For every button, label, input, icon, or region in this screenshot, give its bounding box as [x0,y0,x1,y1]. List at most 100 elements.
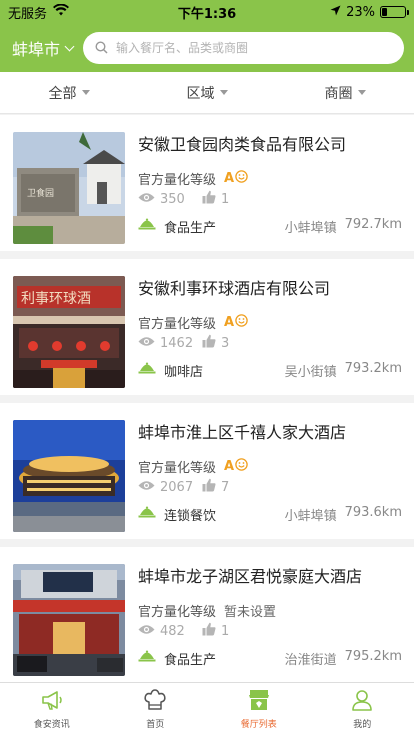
category-label: 食品生产 [164,220,217,236]
restaurant-store-icon [247,689,271,714]
eye-icon [138,624,155,639]
grade-badge: A [224,313,248,331]
thumbs-up-icon [202,622,216,640]
filter-district[interactable]: 区域 [138,83,276,103]
restaurant-info: 安徽卫食园肉类食品有限公司 官方量化等级 A 350 1 食品生产 小蚌埠镇 7… [125,125,402,251]
restaurant-card[interactable]: 卫食园 安徽卫食园肉类食品有限公司 官方量化等级 A 350 1 食品生产 小蚌… [0,115,414,251]
distance: 792.7km [344,216,402,232]
smile-face-icon [235,313,248,331]
svg-text:利事环球酒: 利事环球酒 [21,291,91,307]
views-count: 1462 [160,335,194,351]
restaurant-card[interactable]: 蚌埠市淮上区千禧人家大酒店 官方量化等级 A 2067 7 连锁餐饮 小蚌埠镇 … [0,403,414,539]
category: 咖啡店 [138,361,285,380]
search-input[interactable] [116,41,392,55]
restaurant-name: 安徽利事环球酒店有限公司 [138,279,331,298]
views-count: 482 [160,623,185,639]
stats-row: 482 1 [138,622,402,640]
likes-count: 3 [221,335,230,351]
likes: 1 [202,622,229,640]
app: 无服务 下午1:36 23% 蚌埠市 输入餐厅名、品类或商圈 全部 区域 商圈 … [0,0,414,736]
grade-badge: A [224,457,248,475]
restaurant-info: 蚌埠市龙子湖区君悦豪庭大酒店 官方量化等级 暂未设置 482 1 食品生产 治淮… [125,557,402,682]
likes: 7 [202,478,229,496]
filter-business-area[interactable]: 商圈 [276,83,414,103]
restaurant-card[interactable]: 利事环球酒 安徽利事环球酒店有限公司 官方量化等级 A 1462 3 咖啡店 吴… [0,259,414,395]
category-row: 食品生产 小蚌埠镇 792.7km [138,216,402,236]
dropdown-arrow-icon [81,90,90,95]
restaurant-photo: 卫食园 [13,132,125,244]
location-arrow-icon [330,5,341,20]
tab-restaurant-list[interactable]: 餐厅列表 [207,683,311,736]
city-label: 蚌埠市 [12,40,61,59]
grade-row: 官方量化等级 暂未设置 [138,601,402,620]
tab-label: 首页 [146,720,165,730]
eye-icon [138,336,155,351]
thumbs-up-icon [202,190,216,208]
status-left: 无服务 [8,3,70,22]
restaurant-photo [13,420,125,532]
chevron-down-icon [64,41,75,51]
location: 小蚌埠镇 792.7km [285,217,402,236]
eye-icon [138,480,155,495]
megaphone-icon [40,689,64,714]
filter-bar: 全部 区域 商圈 [0,72,414,114]
stats-row: 2067 7 [138,478,402,496]
category-label: 咖啡店 [164,364,204,380]
area-name: 小蚌埠镇 [284,220,337,236]
tab-label: 食安资讯 [33,720,70,730]
views: 1462 [138,336,202,351]
grade-not-set: 暂未设置 [224,604,277,620]
views: 2067 [138,480,202,495]
tab-label: 餐厅列表 [240,720,277,730]
likes-count: 7 [221,479,230,495]
battery-level [382,8,388,16]
dish-cover-icon [138,506,156,522]
chef-hat-icon [143,689,167,714]
thumbs-up-icon [202,478,216,496]
carrier-text: 无服务 [8,6,48,22]
thumbs-up-icon [202,334,216,352]
dish-cover-icon [138,650,156,666]
category: 食品生产 [138,649,285,668]
likes: 3 [202,334,229,352]
tab-food-safety-news[interactable]: 食安资讯 [0,683,104,736]
restaurant-photo: 利事环球酒 [13,276,125,388]
filter-label: 全部 [48,85,77,102]
area-name: 小蚌埠镇 [284,508,337,524]
grade-row: 官方量化等级 A [138,169,402,188]
grade-badge: A [224,169,248,187]
grade-letter: A [224,314,235,330]
grade-label: 官方量化等级 [138,172,217,188]
grade-row: 官方量化等级 A [138,313,402,332]
views: 482 [138,624,202,639]
location: 小蚌埠镇 793.6km [285,505,402,524]
restaurant-name: 安徽卫食园肉类食品有限公司 [138,135,347,154]
stats-row: 1462 3 [138,334,402,352]
likes-count: 1 [221,191,230,207]
restaurant-card[interactable]: 蚌埠市龙子湖区君悦豪庭大酒店 官方量化等级 暂未设置 482 1 食品生产 治淮… [0,547,414,682]
battery-percent: 23% [346,4,375,20]
category: 食品生产 [138,217,285,236]
city-selector[interactable]: 蚌埠市 [12,36,75,60]
dropdown-arrow-icon [219,90,228,95]
status-bar: 无服务 下午1:36 23% [0,0,414,24]
category-row: 咖啡店 吴小街镇 793.2km [138,360,402,380]
location: 治淮街道 795.2km [285,649,402,668]
person-icon [350,689,374,714]
top-bar: 无服务 下午1:36 23% 蚌埠市 [0,0,414,72]
category-label: 连锁餐饮 [164,508,217,524]
distance: 795.2km [344,648,402,664]
likes-count: 1 [221,623,230,639]
grade-letter: A [224,170,235,186]
grade-letter: A [224,458,235,474]
tab-home[interactable]: 首页 [104,683,208,736]
search-box[interactable] [83,32,404,64]
grade-label: 官方量化等级 [138,604,217,620]
status-right: 23% [330,4,409,20]
restaurant-info: 安徽利事环球酒店有限公司 官方量化等级 A 1462 3 咖啡店 吴小街镇 79… [125,269,402,395]
restaurant-name: 蚌埠市龙子湖区君悦豪庭大酒店 [138,567,363,586]
tab-mine[interactable]: 我的 [311,683,414,736]
wifi-icon [53,3,70,20]
restaurant-photo [13,564,125,676]
filter-all[interactable]: 全部 [0,83,138,103]
